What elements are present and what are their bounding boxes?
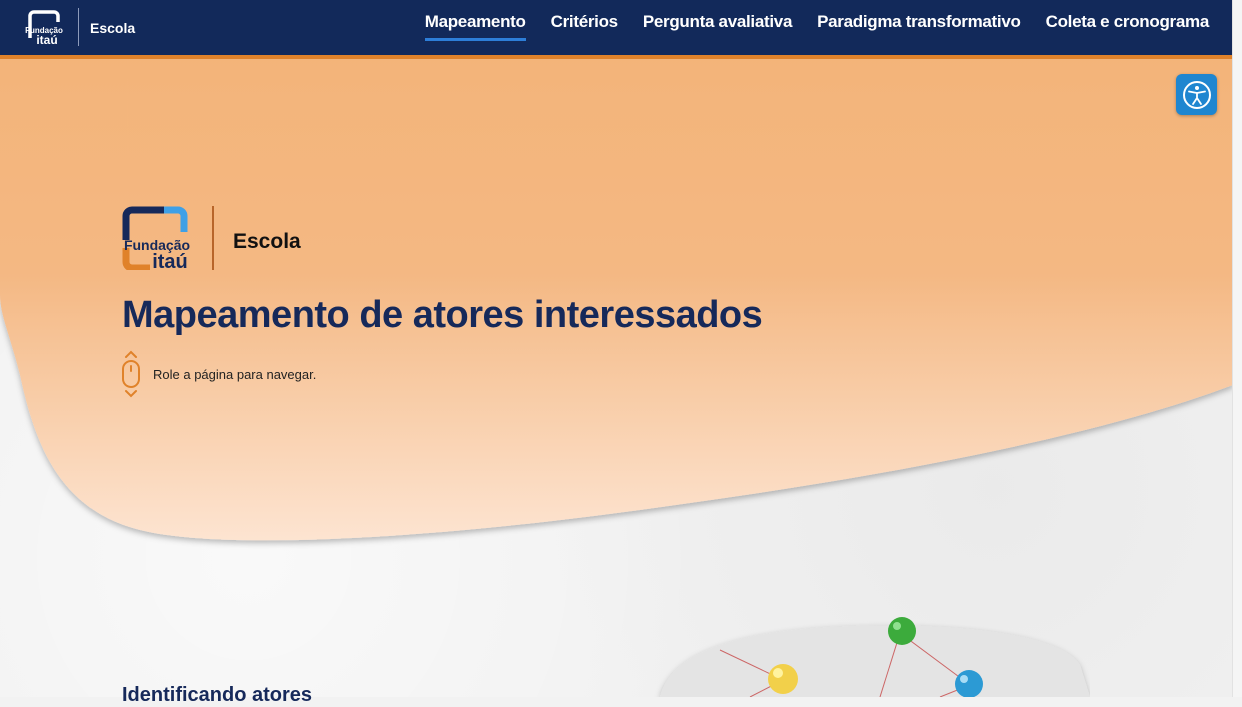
fundacao-itau-hero-logo-icon: Fundação itaú: [122, 206, 190, 270]
mouse-scroll-icon: [122, 350, 140, 398]
nav-link-criterios[interactable]: Critérios: [551, 12, 619, 37]
nav-link-mapeamento[interactable]: Mapeamento: [424, 12, 526, 41]
nav-link-paradigma-transformativo[interactable]: Paradigma transformativo: [817, 12, 1021, 37]
scroll-hint: Role a página para navegar.: [120, 350, 316, 398]
scroll-hint-text: Role a página para navegar.: [153, 366, 317, 382]
accessibility-button[interactable]: [1176, 74, 1217, 115]
nav-link-pergunta-avaliativa[interactable]: Pergunta avaliativa: [643, 12, 793, 37]
accessibility-icon: [1182, 80, 1211, 109]
main-menu: Mapeamento Critérios Pergunta avaliativa…: [400, 12, 1210, 41]
fundacao-itau-logo-icon[interactable]: Fundação itaú: [24, 8, 64, 48]
nav-link-coleta-cronograma[interactable]: Coleta e cronograma: [1046, 12, 1210, 37]
nav-brand[interactable]: Escola: [90, 20, 135, 36]
page-title: Mapeamento de atores interessados: [122, 294, 763, 336]
svg-text:itaú: itaú: [36, 33, 57, 47]
top-navigation: Fundação itaú Escola Mapeamento Critério…: [0, 0, 1233, 59]
hero-logo-divider: [212, 206, 214, 270]
nav-divider: [78, 8, 79, 46]
hero-brand: Escola: [233, 230, 301, 253]
section-heading: Identificando atores: [122, 684, 313, 706]
svg-text:itaú: itaú: [152, 251, 188, 270]
network-pins-image: [660, 617, 1090, 697]
page-scrollbar[interactable]: [1232, 0, 1242, 697]
